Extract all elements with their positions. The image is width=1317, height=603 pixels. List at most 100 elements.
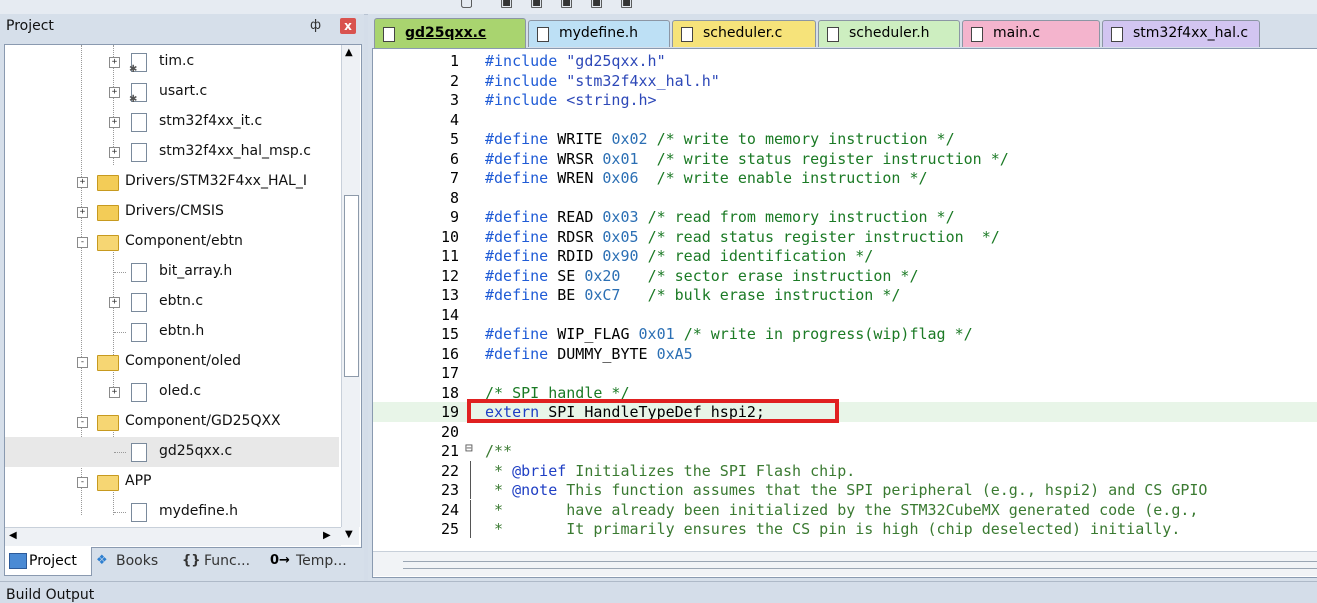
line-number: 15	[440, 325, 459, 343]
scroll-down-icon[interactable]: ▼	[345, 529, 353, 540]
toolbar-icon[interactable]: ▣	[590, 0, 603, 10]
tree-folder-item[interactable]: - Component/GD25QXX	[5, 407, 339, 437]
tab-project[interactable]: Project	[4, 547, 92, 576]
tab-label: Books	[116, 553, 159, 569]
code-line[interactable]: 10 #define RDSR 0x05 /* read status regis…	[373, 227, 1317, 247]
fold-collapse-icon[interactable]: ⊟	[465, 441, 477, 456]
tree-connector	[114, 452, 126, 453]
scrollbar-thumb[interactable]	[403, 561, 1317, 569]
tab-functions[interactable]: {} Func...	[180, 547, 264, 575]
editor-tab[interactable]: scheduler.c	[672, 20, 816, 47]
expand-icon[interactable]: +	[109, 297, 120, 308]
editor-tab[interactable]: stm32f4xx_hal.c	[1102, 20, 1260, 47]
tree-file-item[interactable]: bit_array.h	[5, 257, 339, 287]
toolbar-icon[interactable]: ▣	[560, 0, 573, 10]
collapse-icon[interactable]: -	[77, 477, 88, 488]
editor-tab[interactable]: gd25qxx.c	[374, 18, 526, 49]
scroll-up-icon[interactable]: ▲	[345, 47, 353, 58]
code-line[interactable]: 22 * @brief Initializes the SPI Flash ch…	[373, 460, 1317, 481]
tree-file-item[interactable]: + oled.c	[5, 377, 339, 407]
tree-folder-item[interactable]: - Component/oled	[5, 347, 339, 377]
code-line[interactable]: 14	[373, 305, 1317, 325]
editor-tab[interactable]: scheduler.h	[818, 20, 960, 47]
toolbar-icon[interactable]: ▣	[530, 0, 543, 10]
file-icon	[131, 503, 147, 522]
code-line[interactable]: 17	[373, 363, 1317, 383]
editor-tab[interactable]: mydefine.h	[528, 20, 670, 47]
tree-file-item[interactable]: gd25qxx.c	[5, 437, 339, 467]
scroll-left-icon[interactable]: ◀	[9, 530, 17, 541]
code-line[interactable]: 12 #define SE 0x20 /* sector erase instru…	[373, 266, 1317, 286]
tree-file-item[interactable]: + stm32f4xx_hal_msp.c	[5, 137, 339, 167]
code-line[interactable]: 23 * @note This function assumes that th…	[373, 480, 1317, 500]
tree-file-item[interactable]: mydefine.h	[5, 497, 339, 527]
expand-icon[interactable]: +	[109, 57, 120, 68]
code-text: * have already been initialized by the S…	[485, 500, 1199, 519]
tree-item-label: oled.c	[159, 383, 202, 399]
code-line[interactable]: 11 #define RDID 0x90 /* read identificati…	[373, 246, 1317, 266]
collapse-icon[interactable]: -	[77, 237, 88, 248]
code-line[interactable]: 25 * It primarily ensures the CS pin is …	[373, 519, 1317, 539]
expand-icon[interactable]: +	[109, 87, 120, 98]
tree-file-item[interactable]: + tim.c	[5, 47, 339, 77]
tree-horizontal-scrollbar[interactable]: ◀ ▶	[5, 527, 341, 546]
code-line[interactable]: 20	[373, 422, 1317, 442]
tree-vertical-scrollbar[interactable]: ▲	[341, 45, 360, 527]
code-line[interactable]: 5 #define WRITE 0x02 /* write to memory i…	[373, 129, 1317, 149]
collapse-icon[interactable]: -	[77, 357, 88, 368]
tree-folder-item[interactable]: - Component/ebtn	[5, 227, 339, 257]
code-line[interactable]: 1 #include "gd25qxx.h"	[373, 51, 1317, 71]
expand-icon[interactable]: +	[109, 117, 120, 128]
editor-tab[interactable]: main.c	[962, 20, 1100, 47]
code-line[interactable]: 21 ⊟ /**	[373, 441, 1317, 461]
project-icon	[9, 553, 27, 569]
toolbar-icon[interactable]: ▢	[460, 0, 473, 10]
collapse-icon[interactable]: -	[77, 417, 88, 428]
code-text: #define BE 0xC7 /* bulk erase instructio…	[485, 286, 901, 304]
tab-books[interactable]: ❖ Books	[94, 547, 176, 575]
editor-tabs: gd25qxx.c mydefine.h scheduler.c scheduler.…	[368, 18, 1317, 49]
tree-file-item[interactable]: + ebtn.c	[5, 287, 339, 317]
tree-folder-item[interactable]: + Drivers/CMSIS	[5, 197, 339, 227]
expand-icon[interactable]: +	[77, 177, 88, 188]
toolbar-icon[interactable]: ▣	[500, 0, 513, 10]
tree-item-label: APP	[125, 473, 152, 489]
expand-icon[interactable]: +	[77, 207, 88, 218]
code-line[interactable]: 3 #include <string.h>	[373, 90, 1317, 110]
code-line[interactable]: 7 #define WREN 0x06 /* write enable instr…	[373, 168, 1317, 188]
tree-file-item[interactable]: + usart.c	[5, 77, 339, 107]
editor-tab-label: stm32f4xx_hal.c	[1133, 25, 1249, 41]
scroll-right-icon[interactable]: ▶	[323, 530, 331, 541]
code-line[interactable]: 2 #include "stm32f4xx_hal.h"	[373, 71, 1317, 91]
code-line[interactable]: 8	[373, 188, 1317, 208]
code-line[interactable]: 6 #define WRSR 0x01 /* write status regis…	[373, 149, 1317, 169]
code-line[interactable]: 16 #define DUMMY_BYTE 0xA5	[373, 344, 1317, 364]
expand-icon[interactable]: +	[109, 147, 120, 158]
toolbar-icon[interactable]: ▣	[620, 0, 633, 10]
tab-templates[interactable]: 0→ Temp...	[268, 547, 358, 575]
line-number: 8	[449, 188, 459, 207]
tree-folder-item[interactable]: - APP	[5, 467, 339, 497]
tree-file-item[interactable]: ebtn.h	[5, 317, 339, 347]
fold-guide	[470, 480, 471, 499]
code-text: * @brief Initializes the SPI Flash chip.	[485, 461, 856, 480]
toolbar: ▢ ▣ ▣ ▣ ▣ ▣	[0, 0, 1317, 15]
file-icon	[131, 383, 147, 402]
code-line[interactable]: 24 * have already been initialized by th…	[373, 499, 1317, 520]
tree-folder-item[interactable]: + Drivers/STM32F4xx_HAL_I	[5, 167, 339, 197]
editor-horizontal-scrollbar[interactable]	[373, 551, 1317, 576]
code-line[interactable]: 9 #define READ 0x03 /* read from memory i…	[373, 207, 1317, 227]
code-editor[interactable]: 1 #include "gd25qxx.h" 2 #include "stm32f4x…	[372, 48, 1317, 578]
code-line[interactable]: 13 #define BE 0xC7 /* bulk erase instruct…	[373, 285, 1317, 305]
code-line[interactable]: 4	[373, 110, 1317, 130]
tree-file-item[interactable]: + stm32f4xx_it.c	[5, 107, 339, 137]
project-tree[interactable]: ▲ ◀ ▶ ▼ + tim.c + usart.c + stm32f4xx_it.c + st…	[4, 44, 362, 548]
tab-label: Project	[29, 553, 77, 569]
scrollbar-thumb[interactable]	[344, 195, 359, 377]
expand-icon[interactable]: +	[109, 387, 120, 398]
close-icon[interactable]: x	[340, 18, 356, 34]
pin-icon[interactable]: ф	[310, 18, 321, 33]
line-number: 7	[449, 169, 459, 187]
folder-open-icon	[97, 415, 119, 431]
code-line[interactable]: 15 #define WIP_FLAG 0x01 /* write in prog…	[373, 324, 1317, 344]
